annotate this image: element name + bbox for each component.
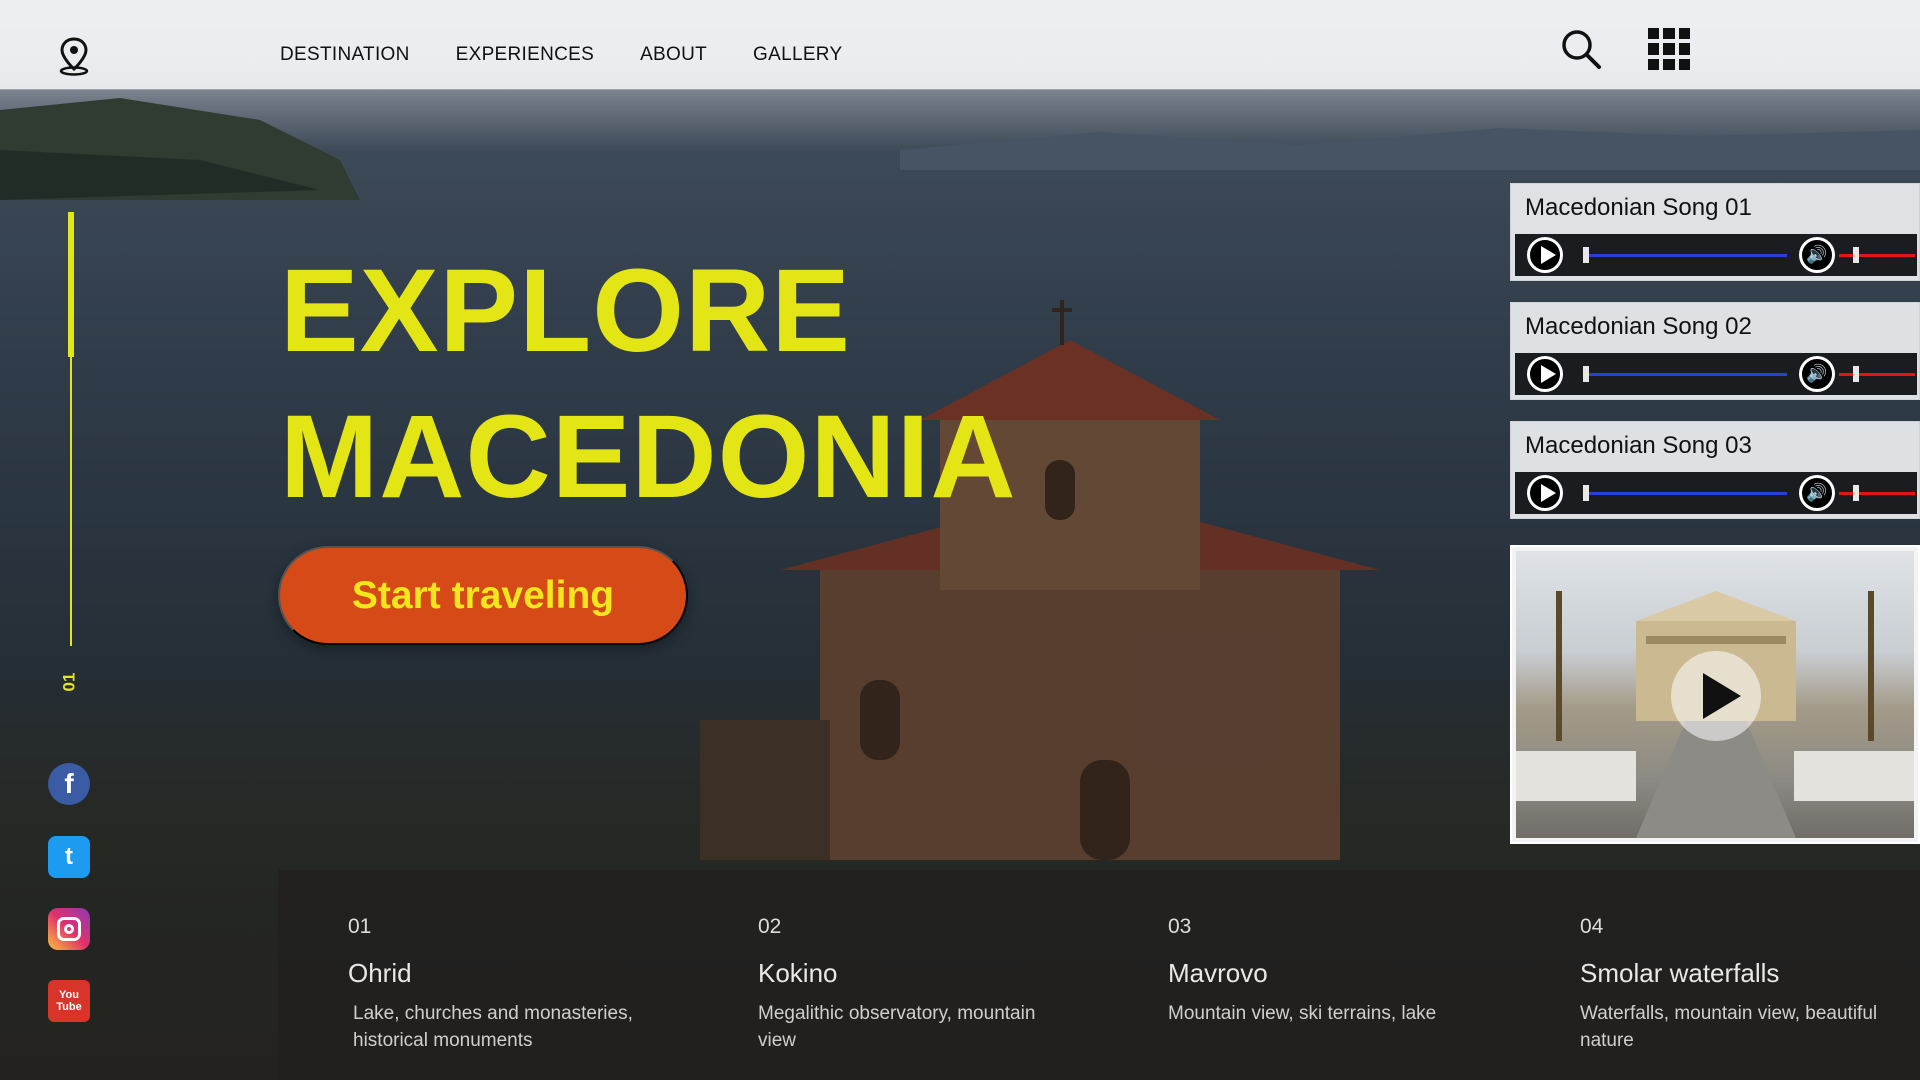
destination-number: 02: [758, 915, 782, 938]
song-title: Macedonian Song 01: [1525, 194, 1752, 221]
volume-icon[interactable]: 🔊: [1799, 237, 1835, 273]
destination-name: Smolar waterfalls: [1580, 958, 1780, 988]
song-player-1: Macedonian Song 01 🔊: [1510, 183, 1920, 281]
song-player-3: Macedonian Song 03 🔊: [1510, 421, 1920, 519]
hero-title: EXPLORE MACEDONIA: [280, 238, 1017, 530]
destination-description: Mountain view, ski terrains, lake: [1168, 1003, 1437, 1024]
youtube-icon[interactable]: You Tube: [48, 980, 90, 1022]
progress-handle[interactable]: [1583, 485, 1589, 501]
volume-handle[interactable]: [1853, 485, 1859, 501]
destination-number: 03: [1168, 915, 1192, 938]
volume-handle[interactable]: [1853, 366, 1859, 382]
song-player-2: Macedonian Song 02 🔊: [1510, 302, 1920, 400]
main-nav: DESTINATION EXPERIENCES ABOUT GALLERY: [280, 44, 842, 66]
progress-handle[interactable]: [1583, 247, 1589, 263]
instagram-glyph: [57, 917, 81, 941]
instagram-icon[interactable]: [48, 908, 90, 950]
facebook-icon[interactable]: f: [48, 763, 90, 805]
audio-controls: 🔊: [1515, 234, 1917, 276]
volume-handle[interactable]: [1853, 247, 1859, 263]
destination-number: 04: [1580, 915, 1604, 938]
video-preview-image: [1516, 551, 1914, 838]
play-icon[interactable]: [1527, 475, 1563, 511]
map-pin-icon[interactable]: [56, 36, 92, 76]
nav-gallery[interactable]: GALLERY: [753, 44, 842, 66]
nav-destination[interactable]: DESTINATION: [280, 44, 410, 66]
song-title: Macedonian Song 02: [1525, 313, 1752, 340]
destinations-panel: 01 Ohrid Lake, churches and monasteries,…: [278, 870, 1920, 1080]
play-icon[interactable]: [1527, 237, 1563, 273]
volume-icon[interactable]: 🔊: [1799, 475, 1835, 511]
destination-description: Waterfalls, mountain view, beautiful nat…: [1580, 1003, 1878, 1051]
audio-controls: 🔊: [1515, 353, 1917, 395]
progress-track[interactable]: [1587, 373, 1787, 376]
volume-track[interactable]: [1839, 373, 1915, 376]
hero-title-line2: MACEDONIA: [280, 391, 1017, 523]
progress-track[interactable]: [1587, 254, 1787, 257]
volume-track[interactable]: [1839, 492, 1915, 495]
volume-icon[interactable]: 🔊: [1799, 356, 1835, 392]
audio-controls: 🔊: [1515, 472, 1917, 514]
nav-about[interactable]: ABOUT: [640, 44, 707, 66]
slide-progress-indicator: [68, 212, 74, 357]
play-icon[interactable]: [1527, 356, 1563, 392]
volume-track[interactable]: [1839, 254, 1915, 257]
hero-title-line1: EXPLORE: [280, 245, 851, 377]
destination-name: Mavrovo: [1168, 958, 1268, 988]
destination-number: 01: [348, 915, 372, 938]
nav-experiences[interactable]: EXPERIENCES: [456, 44, 594, 66]
video-play-icon[interactable]: [1671, 651, 1761, 741]
song-title: Macedonian Song 03: [1525, 432, 1752, 459]
start-traveling-button[interactable]: Start traveling: [278, 546, 688, 645]
destination-name: Ohrid: [348, 958, 412, 988]
search-icon[interactable]: [1560, 28, 1602, 70]
progress-handle[interactable]: [1583, 366, 1589, 382]
slide-number: 01: [59, 672, 79, 692]
destination-name: Kokino: [758, 958, 838, 988]
top-navigation: DESTINATION EXPERIENCES ABOUT GALLERY: [0, 0, 1920, 90]
progress-track[interactable]: [1587, 492, 1787, 495]
destination-description: Lake, churches and monasteries, historic…: [353, 1003, 633, 1051]
destination-description: Megalithic observatory, mountain view: [758, 1003, 1036, 1051]
apps-grid-icon[interactable]: [1648, 28, 1690, 70]
twitter-icon[interactable]: t: [48, 836, 90, 878]
video-thumbnail[interactable]: [1510, 545, 1920, 844]
